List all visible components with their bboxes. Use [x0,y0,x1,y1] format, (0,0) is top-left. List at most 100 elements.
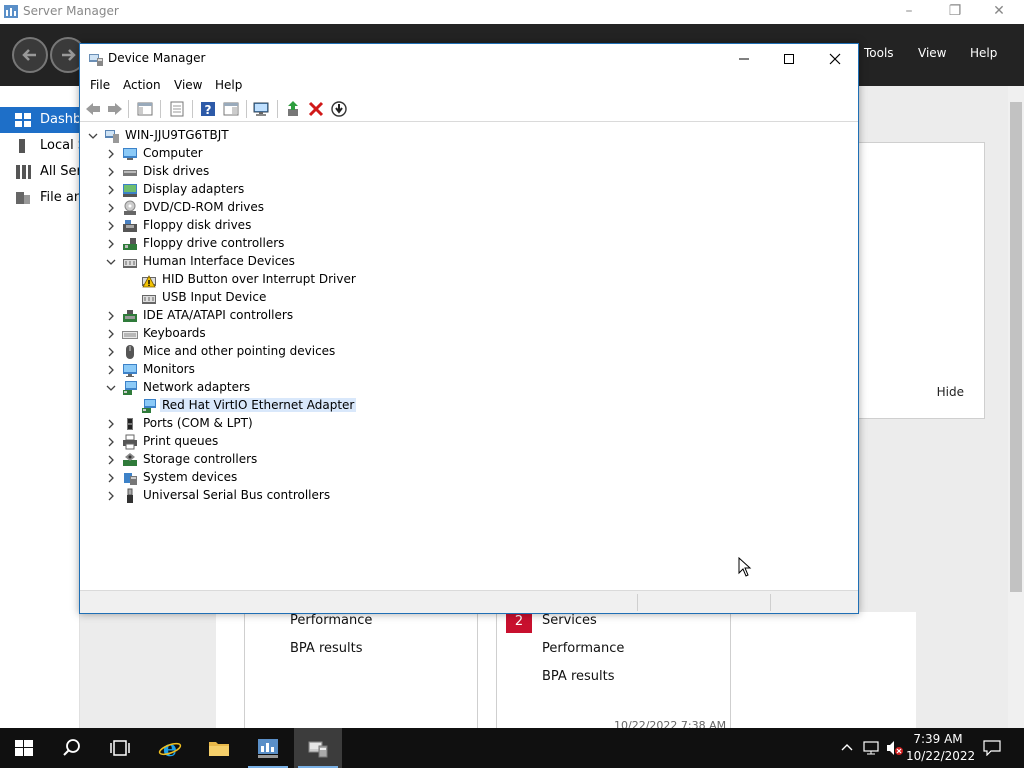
chevron-right-icon[interactable] [105,436,117,448]
volume-muted-icon[interactable] [886,740,904,756]
scan-hardware-icon[interactable] [253,100,271,118]
chevron-right-icon[interactable] [105,166,117,178]
tree-item-keyboards[interactable]: Keyboards [80,325,480,343]
dm-close-button[interactable] [812,44,858,74]
servers-icon [16,165,31,179]
server-icon [19,139,25,153]
internet-explorer-button[interactable]: e [146,728,194,768]
tile-right-bpa[interactable]: BPA results [542,669,615,684]
tile-right-services[interactable]: Services [542,613,597,628]
status-divider [770,594,771,611]
show-hide-console-tree-icon[interactable] [136,100,154,118]
dm-minimize-button[interactable] [721,44,767,74]
tile-left-performance[interactable]: Performance [290,613,372,628]
sm-vertical-scrollbar[interactable] [1008,86,1024,728]
sidebar-item-dashboard[interactable]: Dashboard [0,107,111,133]
network-icon[interactable] [863,740,881,756]
sm-maximize-button[interactable]: ❐ [932,0,978,24]
tree-item-ide-ata-atapi-controllers[interactable]: IDE ATA/ATAPI controllers [80,307,480,325]
tree-item-floppy-disk-drives[interactable]: Floppy disk drives [80,217,480,235]
forward-icon[interactable] [106,100,124,118]
sidebar-item-local-server[interactable]: Local Server [0,133,120,159]
back-icon[interactable] [84,100,102,118]
chevron-right-icon[interactable] [105,220,117,232]
sm-minimize-button[interactable]: – [886,0,932,24]
tree-item-hid-button-over-interrupt-driver[interactable]: HID Button over Interrupt Driver [80,271,480,289]
chevron-right-icon[interactable] [105,472,117,484]
sm-scrollbar-thumb[interactable] [1010,102,1022,592]
tree-item-floppy-drive-controllers[interactable]: Floppy drive controllers [80,235,480,253]
system-device-icon [124,473,137,485]
chevron-right-icon[interactable] [105,148,117,160]
tree-item-mice-and-other-pointing-devices[interactable]: Mice and other pointing devices [80,343,480,361]
server-manager-taskbar-button[interactable] [244,728,292,768]
folder-icon [209,742,229,756]
sm-menu-tools[interactable]: Tools [864,46,894,60]
notification-icon[interactable] [983,740,1001,756]
start-button[interactable] [0,728,48,768]
sm-menu-view[interactable]: View [918,46,946,60]
chevron-right-icon[interactable] [105,364,117,376]
menu-file[interactable]: File [90,78,110,92]
tree-item-red-hat-virtio-ethernet-adapter[interactable]: Red Hat VirtIO Ethernet Adapter [80,397,480,415]
chevron-up-icon[interactable] [840,740,854,754]
tree-item-label: DVD/CD-ROM drives [143,200,265,214]
tree-item-ports-com-lpt[interactable]: Ports (COM & LPT) [80,415,480,433]
uninstall-device-icon[interactable] [307,100,325,118]
sm-menu-help[interactable]: Help [970,46,997,60]
tree-item-monitors[interactable]: Monitors [80,361,480,379]
sidebar-item-all-servers[interactable]: All Servers [0,159,110,185]
toolbar-separator [192,100,193,118]
chevron-down-icon[interactable] [105,382,117,394]
tree-item-usb-input-device[interactable]: USB Input Device [80,289,480,307]
chevron-down-icon[interactable] [105,256,117,268]
chevron-right-icon[interactable] [105,238,117,250]
disable-device-icon[interactable] [330,100,348,118]
tree-item-human-interface-devices[interactable]: Human Interface Devices [80,253,480,271]
clock-time[interactable]: 7:39 AM [906,732,970,746]
file-explorer-button[interactable] [195,728,243,768]
properties-icon[interactable] [168,100,186,118]
tile-right-performance[interactable]: Performance [542,641,624,656]
sidebar-item-file-storage[interactable]: File and Storage Services [0,185,204,211]
menu-help[interactable]: Help [215,78,242,92]
chevron-right-icon[interactable] [105,202,117,214]
tree-item-label: Computer [143,146,203,160]
device-manager-titlebar[interactable]: Device Manager [80,44,858,74]
chevron-right-icon[interactable] [105,184,117,196]
menu-action[interactable]: Action [123,78,161,92]
tree-item-display-adapters[interactable]: Display adapters [80,181,480,199]
update-driver-icon[interactable] [285,100,303,118]
clock-date[interactable]: 10/22/2022 [906,749,975,763]
dm-maximize-button[interactable] [766,44,812,74]
tile-left: Performance BPA results [244,612,478,728]
tree-item-system-devices[interactable]: System devices [80,469,480,487]
chevron-right-icon[interactable] [105,328,117,340]
tree-item-print-queues[interactable]: Print queues [80,433,480,451]
device-manager-taskbar-button[interactable] [294,728,342,768]
chevron-right-icon[interactable] [105,310,117,322]
help-icon[interactable]: ? [199,100,217,118]
status-divider [637,594,638,611]
chevron-down-icon[interactable] [87,130,99,142]
tree-item-storage-controllers[interactable]: Storage controllers [80,451,480,469]
chevron-right-icon[interactable] [105,346,117,358]
tile-left-bpa[interactable]: BPA results [290,641,363,656]
tree-root[interactable]: WIN-JJU9TG6TBJT [80,127,380,145]
chevron-right-icon[interactable] [105,490,117,502]
search-button[interactable] [48,728,96,768]
hide-link[interactable]: Hide [937,385,964,399]
tree-item-universal-serial-bus-controllers[interactable]: Universal Serial Bus controllers [80,487,480,505]
tree-item-network-adapters[interactable]: Network adapters [80,379,480,397]
server-manager-icon [258,739,278,758]
tree-item-computer[interactable]: Computer [80,145,480,163]
action-pane-icon[interactable] [222,100,240,118]
tree-item-disk-drives[interactable]: Disk drives [80,163,480,181]
sm-close-button[interactable]: ✕ [976,0,1022,24]
back-button[interactable] [12,37,48,73]
tree-item-dvd-cd-rom-drives[interactable]: DVD/CD-ROM drives [80,199,480,217]
chevron-right-icon[interactable] [105,418,117,430]
menu-view[interactable]: View [174,78,202,92]
chevron-right-icon[interactable] [105,454,117,466]
task-view-button[interactable] [96,728,144,768]
